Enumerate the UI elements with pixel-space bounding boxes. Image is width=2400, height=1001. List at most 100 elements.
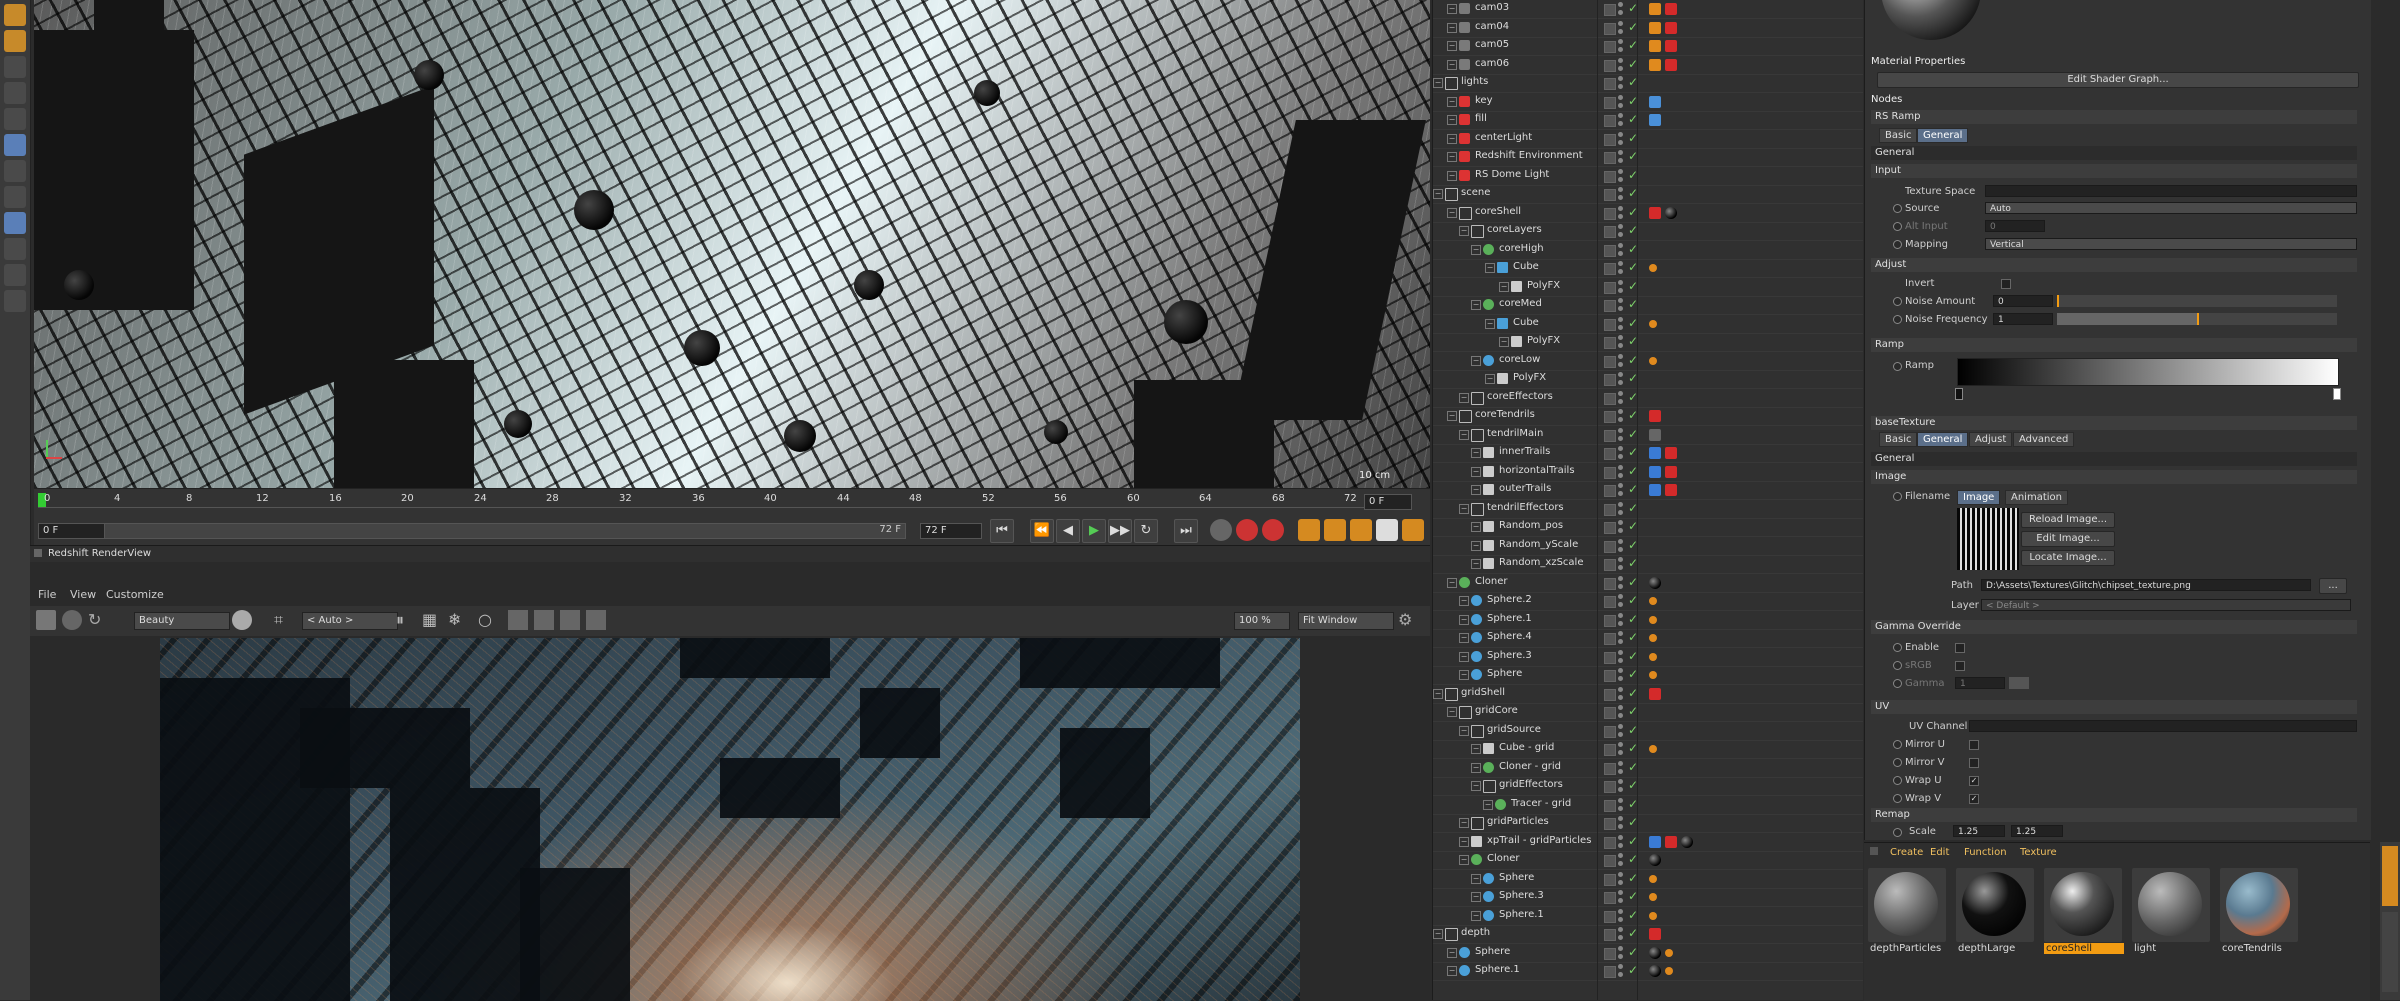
material-swatch[interactable] <box>2044 868 2122 942</box>
expand-toggle[interactable]: − <box>1471 300 1481 310</box>
tree-row[interactable]: − gridShell ✓ <box>1433 685 1863 704</box>
editor-visibility-dot[interactable] <box>1618 945 1623 951</box>
expand-toggle[interactable]: − <box>1471 485 1481 495</box>
camera-tag-icon[interactable] <box>1649 40 1661 52</box>
tree-row[interactable]: − coreHigh ✓ <box>1433 241 1863 260</box>
expand-toggle[interactable]: − <box>1485 263 1495 273</box>
layer-icon[interactable] <box>1604 411 1616 423</box>
crop-icon[interactable]: ⌗ <box>274 610 294 630</box>
browse-button[interactable]: ... <box>2319 578 2347 594</box>
red-tag-icon[interactable] <box>1649 687 1661 700</box>
material-name[interactable]: depthParticles <box>1868 943 1948 954</box>
expand-toggle[interactable]: − <box>1485 318 1495 329</box>
circle-icon[interactable]: ○ <box>478 610 498 630</box>
object-label[interactable]: Sphere.4 <box>1487 631 1532 642</box>
editor-visibility-dot[interactable] <box>1618 427 1623 433</box>
editor-visibility-dot[interactable] <box>1618 168 1623 174</box>
object-label[interactable]: fill <box>1475 113 1487 124</box>
expand-toggle[interactable]: − <box>1499 281 1509 292</box>
object-label[interactable]: tendrilEffectors <box>1487 502 1564 513</box>
tab-material[interactable] <box>2382 846 2398 906</box>
object-label[interactable]: Random_xzScale <box>1499 557 1583 568</box>
render-visibility-dot[interactable] <box>1618 102 1623 108</box>
tab-general[interactable]: General <box>1917 432 1969 447</box>
editor-visibility-dot[interactable] <box>1618 446 1623 451</box>
editor-visibility-dot[interactable] <box>1618 871 1623 877</box>
noise-amount-field[interactable]: 0 <box>1993 295 2053 307</box>
object-label[interactable]: depth <box>1461 927 1490 938</box>
editor-visibility-dot[interactable] <box>1618 2 1623 7</box>
editor-visibility-dot[interactable] <box>1618 575 1623 581</box>
expand-toggle[interactable]: − <box>1459 670 1469 680</box>
render-visibility-dot[interactable] <box>1618 472 1623 478</box>
remap-section[interactable]: Remap <box>1871 808 2357 822</box>
material-swatch[interactable] <box>2220 868 2298 942</box>
layer-icon[interactable] <box>1604 725 1616 738</box>
expand-toggle[interactable]: − <box>1447 96 1457 107</box>
object-label[interactable]: gridParticles <box>1487 816 1549 827</box>
add-snapshot-icon[interactable] <box>534 610 554 630</box>
layer-icon[interactable] <box>1604 300 1616 312</box>
expand-toggle[interactable]: − <box>1471 466 1481 477</box>
object-label[interactable]: Cloner <box>1487 853 1519 864</box>
layer-icon[interactable] <box>1604 670 1616 682</box>
layer-icon[interactable] <box>1604 633 1616 645</box>
tree-row[interactable]: − Redshift Environment ✓ <box>1433 148 1863 167</box>
red-tag-icon[interactable] <box>1665 58 1677 71</box>
editor-visibility-dot[interactable] <box>1618 464 1623 470</box>
dots-tag-icon[interactable] <box>1649 634 1657 642</box>
tree-row[interactable]: − depth ✓ <box>1433 925 1863 944</box>
object-label[interactable]: Cube <box>1513 317 1539 328</box>
editor-visibility-dot[interactable] <box>1618 39 1623 44</box>
red-tag-icon[interactable] <box>1665 3 1677 15</box>
expand-toggle[interactable]: − <box>1471 559 1481 569</box>
render-visibility-dot[interactable] <box>1618 232 1623 237</box>
refresh-icon[interactable]: ↻ <box>88 610 108 630</box>
tree-row[interactable]: − Sphere.1 ✓ <box>1433 611 1863 630</box>
editor-visibility-dot[interactable] <box>1618 668 1623 673</box>
previous-key-button[interactable]: ⏪ <box>1030 519 1054 543</box>
layer-icon[interactable] <box>1604 522 1616 534</box>
scale-radio[interactable] <box>1893 828 1902 837</box>
tree-row[interactable]: − Tracer - grid ✓ <box>1433 796 1863 815</box>
render-visibility-dot[interactable] <box>1618 602 1623 607</box>
editor-visibility-dot[interactable] <box>1618 631 1623 636</box>
tree-row[interactable]: − PolyFX ✓ <box>1433 333 1863 352</box>
layer-icon[interactable] <box>1604 762 1616 775</box>
tree-row[interactable]: − Sphere.1 ✓ <box>1433 907 1863 926</box>
mapping-radio[interactable] <box>1893 240 1902 249</box>
editor-visibility-dot[interactable] <box>1618 224 1623 229</box>
tree-row[interactable]: − PolyFX ✓ <box>1433 370 1863 389</box>
layer-icon[interactable] <box>1604 448 1616 460</box>
spline-icon[interactable] <box>4 82 26 104</box>
tree-row[interactable]: − centerLight ✓ <box>1433 130 1863 149</box>
render-visibility-dot[interactable] <box>1618 324 1623 330</box>
rotate-key-icon[interactable] <box>1350 519 1372 541</box>
editor-visibility-dot[interactable] <box>1618 298 1623 303</box>
expand-toggle[interactable]: − <box>1447 41 1457 51</box>
pla-key-icon[interactable] <box>1402 519 1424 541</box>
render-visibility-dot[interactable] <box>1618 935 1623 940</box>
dots-tag-icon[interactable] <box>1649 597 1657 605</box>
tree-row[interactable]: − Sphere.3 ✓ <box>1433 648 1863 667</box>
object-label[interactable]: outerTrails <box>1499 483 1551 494</box>
ramp-radio[interactable] <box>1893 362 1902 371</box>
tree-row[interactable]: − scene ✓ <box>1433 185 1863 204</box>
rs-ramp-header[interactable]: RS Ramp <box>1871 110 2357 124</box>
editor-visibility-dot[interactable] <box>1618 612 1623 618</box>
layer-icon[interactable] <box>1604 818 1616 830</box>
wrap-u-checkbox[interactable]: ✓ <box>1969 776 1979 786</box>
layer-icon[interactable] <box>1604 337 1616 349</box>
object-label[interactable]: Cloner <box>1475 576 1507 587</box>
tree-row[interactable]: − tendrilMain ✓ <box>1433 426 1863 445</box>
red-tag-icon[interactable] <box>1665 40 1677 52</box>
gamma-field[interactable]: 1 <box>1955 677 2005 689</box>
dots-tag-icon[interactable] <box>1649 893 1657 901</box>
layer-icon[interactable] <box>1604 540 1616 553</box>
render-visibility-dot[interactable] <box>1618 176 1623 182</box>
expand-toggle[interactable]: − <box>1459 725 1469 736</box>
light-icon[interactable] <box>4 186 26 208</box>
record-icon[interactable] <box>1236 519 1258 541</box>
editor-visibility-dot[interactable] <box>1618 76 1623 81</box>
object-label[interactable]: cam04 <box>1475 21 1509 32</box>
